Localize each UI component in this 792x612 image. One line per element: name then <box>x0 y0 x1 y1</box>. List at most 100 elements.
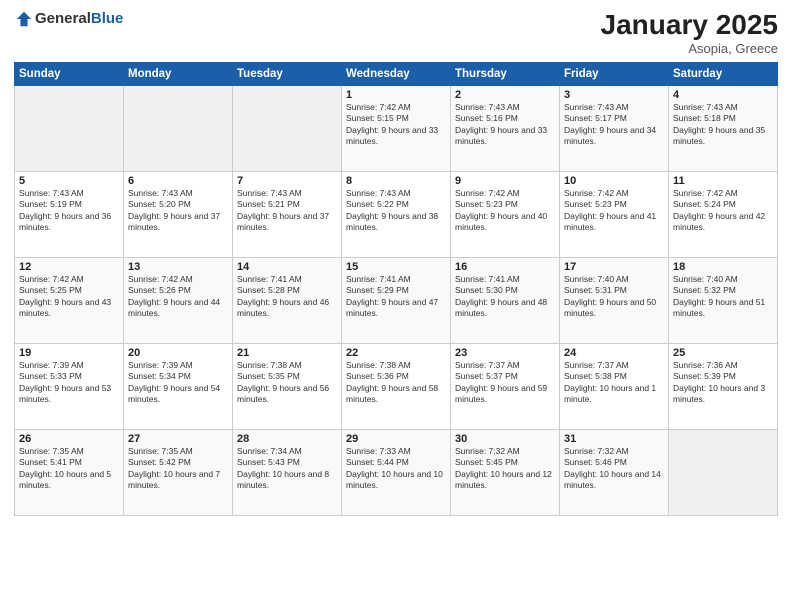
day-number: 1 <box>346 89 446 101</box>
day-number: 17 <box>564 261 664 273</box>
day-number: 9 <box>455 175 555 187</box>
calendar-cell: 19Sunrise: 7:39 AM Sunset: 5:33 PM Dayli… <box>15 343 124 429</box>
day-number: 13 <box>128 261 228 273</box>
calendar-cell: 17Sunrise: 7:40 AM Sunset: 5:31 PM Dayli… <box>560 257 669 343</box>
day-info: Sunrise: 7:35 AM Sunset: 5:41 PM Dayligh… <box>19 446 119 492</box>
calendar-cell <box>15 85 124 171</box>
day-number: 28 <box>237 433 337 445</box>
day-info: Sunrise: 7:41 AM Sunset: 5:28 PM Dayligh… <box>237 274 337 320</box>
calendar-cell: 26Sunrise: 7:35 AM Sunset: 5:41 PM Dayli… <box>15 429 124 515</box>
weekday-header-monday: Monday <box>124 62 233 85</box>
day-number: 20 <box>128 347 228 359</box>
day-info: Sunrise: 7:40 AM Sunset: 5:31 PM Dayligh… <box>564 274 664 320</box>
calendar-cell: 30Sunrise: 7:32 AM Sunset: 5:45 PM Dayli… <box>451 429 560 515</box>
day-number: 19 <box>19 347 119 359</box>
day-info: Sunrise: 7:43 AM Sunset: 5:21 PM Dayligh… <box>237 188 337 234</box>
calendar-cell: 10Sunrise: 7:42 AM Sunset: 5:23 PM Dayli… <box>560 171 669 257</box>
day-info: Sunrise: 7:42 AM Sunset: 5:25 PM Dayligh… <box>19 274 119 320</box>
week-row-3: 12Sunrise: 7:42 AM Sunset: 5:25 PM Dayli… <box>15 257 778 343</box>
day-info: Sunrise: 7:37 AM Sunset: 5:38 PM Dayligh… <box>564 360 664 406</box>
calendar-cell <box>233 85 342 171</box>
weekday-header-thursday: Thursday <box>451 62 560 85</box>
calendar-cell: 29Sunrise: 7:33 AM Sunset: 5:44 PM Dayli… <box>342 429 451 515</box>
month-title: January 2025 <box>601 10 778 41</box>
header: GeneralBlue January 2025 Asopia, Greece <box>14 10 778 56</box>
calendar-cell: 2Sunrise: 7:43 AM Sunset: 5:16 PM Daylig… <box>451 85 560 171</box>
page: GeneralBlue January 2025 Asopia, Greece … <box>0 0 792 612</box>
day-number: 21 <box>237 347 337 359</box>
day-number: 18 <box>673 261 773 273</box>
weekday-header-sunday: Sunday <box>15 62 124 85</box>
day-number: 14 <box>237 261 337 273</box>
day-number: 10 <box>564 175 664 187</box>
day-number: 16 <box>455 261 555 273</box>
calendar-cell <box>124 85 233 171</box>
day-number: 2 <box>455 89 555 101</box>
calendar-header: SundayMondayTuesdayWednesdayThursdayFrid… <box>15 62 778 85</box>
day-number: 30 <box>455 433 555 445</box>
calendar-cell: 7Sunrise: 7:43 AM Sunset: 5:21 PM Daylig… <box>233 171 342 257</box>
day-number: 8 <box>346 175 446 187</box>
weekday-row: SundayMondayTuesdayWednesdayThursdayFrid… <box>15 62 778 85</box>
day-info: Sunrise: 7:43 AM Sunset: 5:16 PM Dayligh… <box>455 102 555 148</box>
calendar-cell: 24Sunrise: 7:37 AM Sunset: 5:38 PM Dayli… <box>560 343 669 429</box>
calendar-cell: 31Sunrise: 7:32 AM Sunset: 5:46 PM Dayli… <box>560 429 669 515</box>
day-info: Sunrise: 7:43 AM Sunset: 5:19 PM Dayligh… <box>19 188 119 234</box>
day-number: 26 <box>19 433 119 445</box>
day-info: Sunrise: 7:35 AM Sunset: 5:42 PM Dayligh… <box>128 446 228 492</box>
calendar-cell: 4Sunrise: 7:43 AM Sunset: 5:18 PM Daylig… <box>669 85 778 171</box>
day-info: Sunrise: 7:36 AM Sunset: 5:39 PM Dayligh… <box>673 360 773 406</box>
calendar-cell: 15Sunrise: 7:41 AM Sunset: 5:29 PM Dayli… <box>342 257 451 343</box>
calendar-cell: 16Sunrise: 7:41 AM Sunset: 5:30 PM Dayli… <box>451 257 560 343</box>
day-number: 25 <box>673 347 773 359</box>
logo-icon <box>15 10 33 28</box>
calendar-cell: 6Sunrise: 7:43 AM Sunset: 5:20 PM Daylig… <box>124 171 233 257</box>
day-info: Sunrise: 7:39 AM Sunset: 5:33 PM Dayligh… <box>19 360 119 406</box>
day-info: Sunrise: 7:43 AM Sunset: 5:20 PM Dayligh… <box>128 188 228 234</box>
day-number: 6 <box>128 175 228 187</box>
calendar-cell: 3Sunrise: 7:43 AM Sunset: 5:17 PM Daylig… <box>560 85 669 171</box>
day-number: 29 <box>346 433 446 445</box>
calendar-cell: 22Sunrise: 7:38 AM Sunset: 5:36 PM Dayli… <box>342 343 451 429</box>
day-info: Sunrise: 7:32 AM Sunset: 5:46 PM Dayligh… <box>564 446 664 492</box>
calendar-cell: 9Sunrise: 7:42 AM Sunset: 5:23 PM Daylig… <box>451 171 560 257</box>
day-number: 23 <box>455 347 555 359</box>
day-info: Sunrise: 7:42 AM Sunset: 5:15 PM Dayligh… <box>346 102 446 148</box>
calendar-table: SundayMondayTuesdayWednesdayThursdayFrid… <box>14 62 778 516</box>
calendar-cell: 25Sunrise: 7:36 AM Sunset: 5:39 PM Dayli… <box>669 343 778 429</box>
day-number: 31 <box>564 433 664 445</box>
calendar-cell: 5Sunrise: 7:43 AM Sunset: 5:19 PM Daylig… <box>15 171 124 257</box>
week-row-1: 1Sunrise: 7:42 AM Sunset: 5:15 PM Daylig… <box>15 85 778 171</box>
calendar-cell: 28Sunrise: 7:34 AM Sunset: 5:43 PM Dayli… <box>233 429 342 515</box>
day-info: Sunrise: 7:37 AM Sunset: 5:37 PM Dayligh… <box>455 360 555 406</box>
weekday-header-saturday: Saturday <box>669 62 778 85</box>
calendar-body: 1Sunrise: 7:42 AM Sunset: 5:15 PM Daylig… <box>15 85 778 515</box>
day-number: 12 <box>19 261 119 273</box>
day-info: Sunrise: 7:43 AM Sunset: 5:17 PM Dayligh… <box>564 102 664 148</box>
calendar-cell: 8Sunrise: 7:43 AM Sunset: 5:22 PM Daylig… <box>342 171 451 257</box>
day-info: Sunrise: 7:34 AM Sunset: 5:43 PM Dayligh… <box>237 446 337 492</box>
calendar-cell: 20Sunrise: 7:39 AM Sunset: 5:34 PM Dayli… <box>124 343 233 429</box>
day-info: Sunrise: 7:38 AM Sunset: 5:35 PM Dayligh… <box>237 360 337 406</box>
logo-general: GeneralBlue <box>35 10 123 28</box>
day-number: 27 <box>128 433 228 445</box>
location-subtitle: Asopia, Greece <box>601 41 778 56</box>
day-number: 4 <box>673 89 773 101</box>
weekday-header-tuesday: Tuesday <box>233 62 342 85</box>
logo: GeneralBlue <box>14 10 123 28</box>
week-row-2: 5Sunrise: 7:43 AM Sunset: 5:19 PM Daylig… <box>15 171 778 257</box>
weekday-header-friday: Friday <box>560 62 669 85</box>
day-info: Sunrise: 7:39 AM Sunset: 5:34 PM Dayligh… <box>128 360 228 406</box>
day-number: 5 <box>19 175 119 187</box>
calendar-cell: 12Sunrise: 7:42 AM Sunset: 5:25 PM Dayli… <box>15 257 124 343</box>
weekday-header-wednesday: Wednesday <box>342 62 451 85</box>
day-info: Sunrise: 7:41 AM Sunset: 5:29 PM Dayligh… <box>346 274 446 320</box>
calendar-cell: 13Sunrise: 7:42 AM Sunset: 5:26 PM Dayli… <box>124 257 233 343</box>
week-row-4: 19Sunrise: 7:39 AM Sunset: 5:33 PM Dayli… <box>15 343 778 429</box>
day-info: Sunrise: 7:40 AM Sunset: 5:32 PM Dayligh… <box>673 274 773 320</box>
day-number: 24 <box>564 347 664 359</box>
day-info: Sunrise: 7:43 AM Sunset: 5:18 PM Dayligh… <box>673 102 773 148</box>
day-number: 7 <box>237 175 337 187</box>
calendar-cell: 18Sunrise: 7:40 AM Sunset: 5:32 PM Dayli… <box>669 257 778 343</box>
day-info: Sunrise: 7:38 AM Sunset: 5:36 PM Dayligh… <box>346 360 446 406</box>
